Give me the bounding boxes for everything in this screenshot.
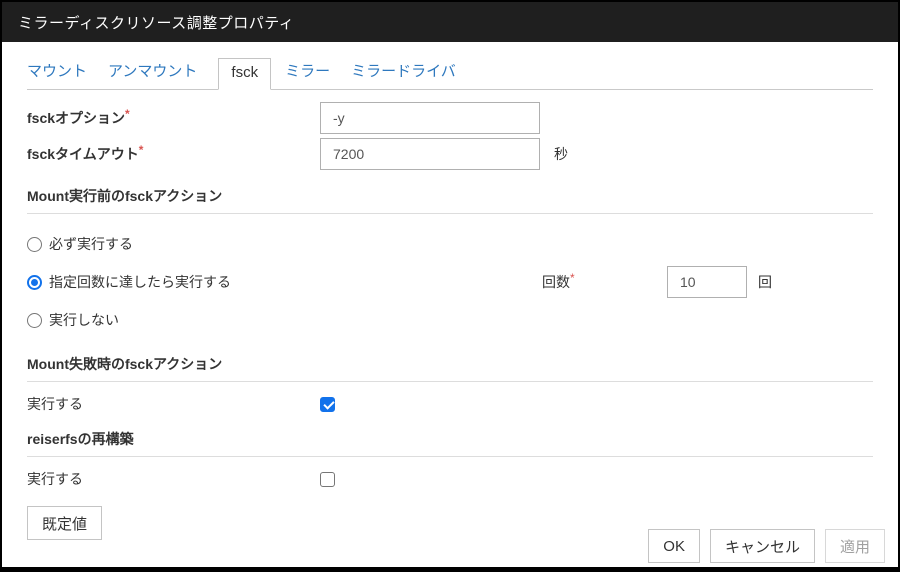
form-area: fsckオプション* fsckタイムアウト* 秒 Mount実行前のfsckアク…: [2, 102, 898, 540]
reiserfs-section-header: reiserfsの再構築: [27, 429, 873, 457]
radio-do-not-execute[interactable]: [27, 313, 42, 328]
radio-row-execute-at-count: 指定回数に達したら実行する 回数* 回: [27, 266, 873, 298]
radio-always-execute-label[interactable]: 必ず実行する: [49, 234, 133, 254]
radio-always-execute[interactable]: [27, 237, 42, 252]
fsck-timeout-input[interactable]: [320, 138, 540, 170]
ok-button[interactable]: OK: [648, 529, 700, 563]
fsck-timeout-label-text: fsckタイムアウト: [27, 146, 139, 162]
reiserfs-execute-row: 実行する: [27, 469, 873, 489]
cancel-button[interactable]: キャンセル: [710, 529, 815, 563]
count-label: 回数*: [542, 272, 575, 292]
footer-button-bar: OK キャンセル 適用: [648, 529, 885, 563]
fsck-option-row: fsckオプション*: [27, 102, 873, 134]
mount-fail-execute-label: 実行する: [27, 394, 320, 414]
apply-button[interactable]: 適用: [825, 529, 885, 563]
tab-bar: マウント アンマウント fsck ミラー ミラードライバ: [27, 59, 873, 90]
required-asterisk: *: [139, 143, 144, 157]
radio-row-do-not-execute: 実行しない: [27, 310, 873, 330]
mount-fail-execute-row: 実行する: [27, 394, 873, 414]
tab-mirror-driver[interactable]: ミラードライバ: [351, 55, 456, 89]
tab-unmount[interactable]: アンマウント: [108, 55, 197, 89]
radio-do-not-execute-label[interactable]: 実行しない: [49, 310, 119, 330]
fsck-option-label: fsckオプション*: [27, 108, 320, 128]
tab-mount[interactable]: マウント: [27, 55, 87, 89]
tab-mirror[interactable]: ミラー: [285, 55, 330, 89]
default-button[interactable]: 既定値: [27, 506, 102, 540]
count-unit: 回: [758, 272, 772, 292]
tab-fsck[interactable]: fsck: [218, 58, 271, 90]
fsck-timeout-row: fsckタイムアウト* 秒: [27, 138, 873, 170]
dialog-titlebar: ミラーディスクリソース調整プロパティ: [2, 2, 898, 42]
radio-execute-at-count[interactable]: [27, 275, 42, 290]
fsck-timeout-unit: 秒: [554, 144, 568, 164]
mount-fail-section-header: Mount失敗時のfsckアクション: [27, 354, 873, 382]
required-asterisk: *: [125, 107, 130, 121]
fsck-option-label-text: fsckオプション: [27, 110, 125, 126]
radio-row-always-execute: 必ず実行する: [27, 234, 873, 254]
mount-fail-execute-checkbox[interactable]: [320, 397, 335, 412]
reiserfs-execute-checkbox[interactable]: [320, 472, 335, 487]
dialog-title: ミラーディスクリソース調整プロパティ: [18, 12, 294, 33]
required-asterisk: *: [570, 271, 575, 285]
mirror-disk-tuning-dialog: ミラーディスクリソース調整プロパティ マウント アンマウント fsck ミラー …: [0, 0, 900, 572]
radio-execute-at-count-label[interactable]: 指定回数に達したら実行する: [49, 272, 231, 292]
count-label-text: 回数: [542, 274, 570, 290]
reiserfs-execute-label: 実行する: [27, 469, 320, 489]
fsck-option-input[interactable]: [320, 102, 540, 134]
fsck-timeout-label: fsckタイムアウト*: [27, 144, 320, 164]
pre-mount-section-header: Mount実行前のfsckアクション: [27, 186, 873, 214]
count-input[interactable]: [667, 266, 747, 298]
